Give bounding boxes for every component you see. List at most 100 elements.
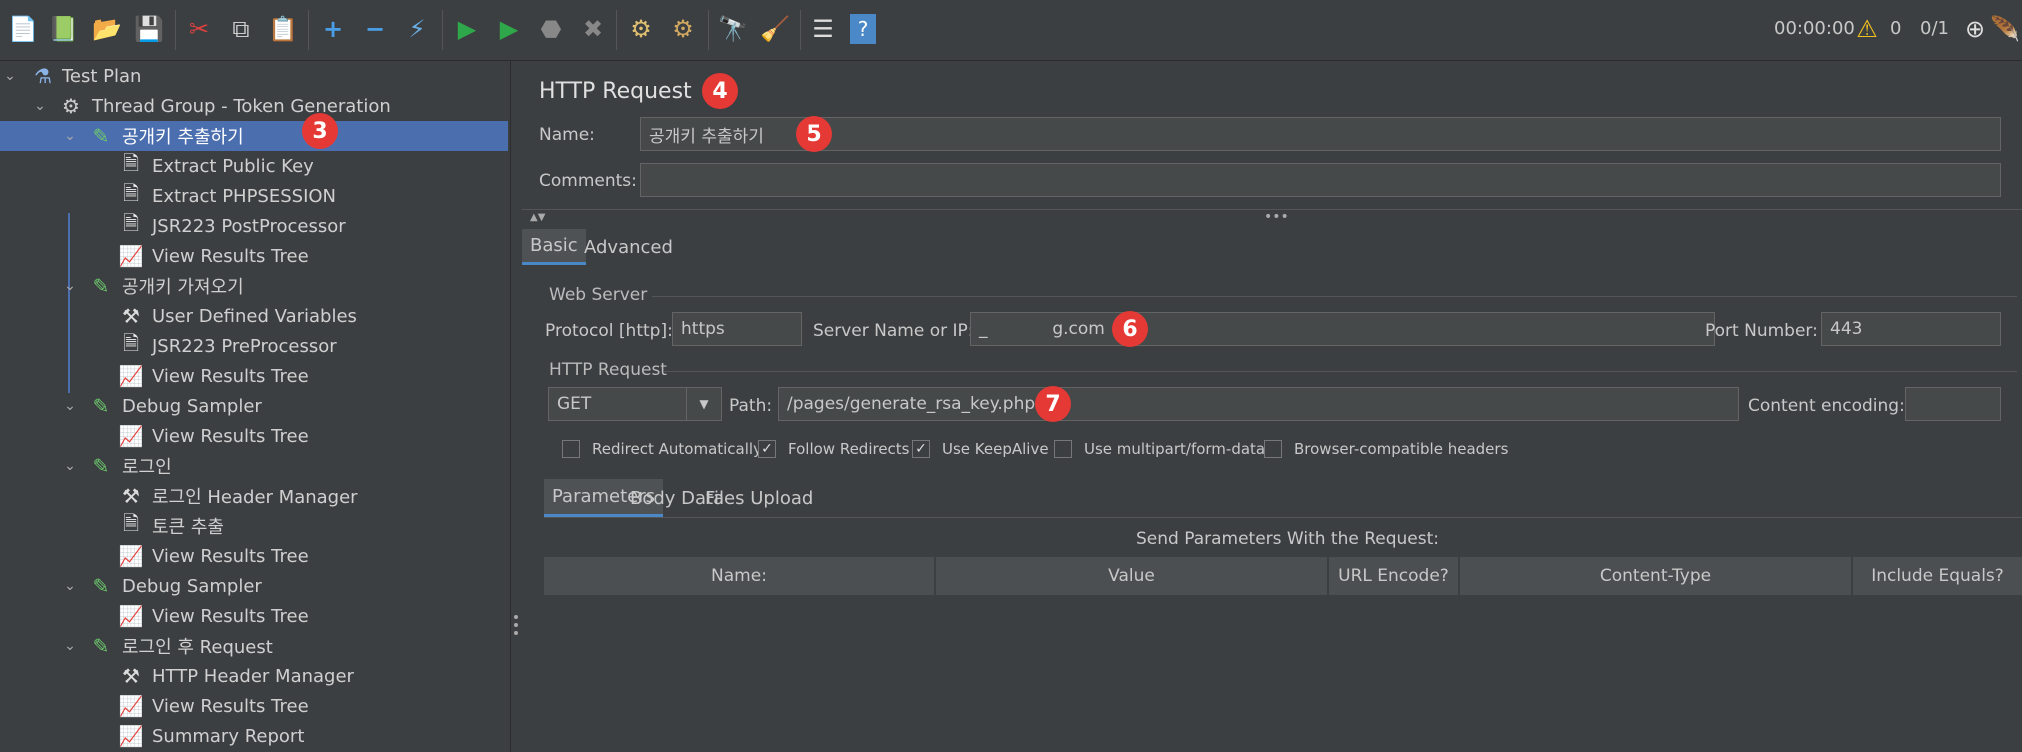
- clear-all-icon[interactable]: ⚙: [668, 14, 698, 44]
- chevron-down-icon[interactable]: ⌄: [62, 128, 78, 144]
- tree-item-sampler-selected[interactable]: ⌄ ✎ 공개키 추출하기: [0, 121, 508, 151]
- tree-item[interactable]: 🗎 JSR223 PreProcessor: [0, 331, 508, 361]
- paste-icon[interactable]: 📋: [268, 14, 298, 44]
- annotation-badge: 6: [1112, 311, 1148, 347]
- name-field[interactable]: 공개키 추출하기: [640, 117, 2001, 151]
- start-icon[interactable]: ▶: [452, 14, 482, 44]
- chevron-down-icon[interactable]: ▼: [686, 388, 721, 420]
- splitter-handle[interactable]: [514, 615, 518, 639]
- new-icon[interactable]: 📄: [8, 14, 38, 44]
- chevron-down-icon[interactable]: ⌄: [62, 578, 78, 594]
- checkbox-box[interactable]: [1264, 440, 1282, 458]
- checkbox-box[interactable]: [562, 440, 580, 458]
- templates-icon[interactable]: 📗: [48, 14, 78, 44]
- follow-redirects-checkbox[interactable]: ✓ Follow Redirects: [758, 440, 910, 458]
- function-helper-icon[interactable]: ☰: [808, 14, 838, 44]
- collapse-arrows-icon[interactable]: ▲▼: [530, 212, 545, 223]
- tree-item[interactable]: 🗎 JSR223 PostProcessor: [0, 211, 508, 241]
- tree-item[interactable]: 📈 View Results Tree: [0, 691, 508, 721]
- checkmark-icon[interactable]: ✓: [912, 440, 930, 458]
- checkbox-label: Use KeepAlive: [942, 440, 1049, 458]
- tree-item[interactable]: 🗎 토큰 추출: [0, 511, 508, 541]
- tree-item-sampler[interactable]: ⌄ ✎ 공개키 가져오기: [0, 271, 508, 301]
- chart-icon: 📈: [118, 424, 144, 448]
- tree-item[interactable]: 📈 View Results Tree: [0, 421, 508, 451]
- cut-icon[interactable]: ✂: [184, 14, 214, 44]
- reset-search-icon[interactable]: 🧹: [760, 14, 790, 44]
- redirect-automatically-checkbox[interactable]: Redirect Automatically: [562, 440, 762, 458]
- use-multipart-checkbox[interactable]: Use multipart/form-data: [1054, 440, 1265, 458]
- port-field[interactable]: 443: [1821, 312, 2001, 346]
- document-red-icon: 🗎: [122, 331, 140, 355]
- tree-item-sampler[interactable]: ⌄ ✎ 로그인: [0, 451, 508, 481]
- column-header-include-equals[interactable]: Include Equals?: [1853, 557, 2022, 595]
- path-value: /pages/generate_rsa_key.php: [787, 394, 1036, 414]
- tree-item-label: View Results Tree: [152, 545, 309, 567]
- column-header-content-type[interactable]: Content-Type: [1460, 557, 1853, 595]
- tree-item-test-plan[interactable]: ⌄ ⚗ Test Plan: [0, 61, 508, 91]
- use-keepalive-checkbox[interactable]: ✓ Use KeepAlive: [912, 440, 1049, 458]
- remote-icon[interactable]: ⊕: [1960, 14, 1990, 44]
- elapsed-timer: 00:00:00: [1774, 18, 1855, 39]
- tree-item[interactable]: 📈 View Results Tree: [0, 241, 508, 271]
- tree-item-sampler[interactable]: ⌄ ✎ Debug Sampler: [0, 571, 508, 601]
- column-header-name[interactable]: Name:: [544, 557, 936, 595]
- warning-icon[interactable]: ⚠: [1852, 14, 1882, 44]
- tree-item-label: Debug Sampler: [122, 395, 262, 417]
- tree-item[interactable]: 🗎 Extract Public Key: [0, 151, 508, 181]
- chevron-down-icon[interactable]: ⌄: [32, 98, 48, 114]
- server-value: _ g.com: [979, 319, 1105, 339]
- group-divider: [664, 371, 2017, 372]
- tab-files-upload[interactable]: Files Upload: [697, 479, 821, 517]
- path-label: Path:: [729, 396, 773, 416]
- browser-compatible-checkbox[interactable]: Browser-compatible headers: [1264, 440, 1508, 458]
- tree-item-thread-group[interactable]: ⌄ ⚙ Thread Group - Token Generation: [0, 91, 508, 121]
- chevron-down-icon[interactable]: ⌄: [62, 278, 78, 294]
- encoding-field[interactable]: [1905, 387, 2001, 421]
- tree-item[interactable]: ⚒ 로그인 Header Manager: [0, 481, 508, 511]
- search-icon[interactable]: 🔭: [718, 14, 748, 44]
- copy-icon[interactable]: ⧉: [226, 14, 256, 44]
- annotation-badge: 4: [702, 73, 738, 109]
- tree-item[interactable]: 📈 Summary Report: [0, 721, 508, 751]
- save-icon[interactable]: 💾: [134, 14, 164, 44]
- tree-item-sampler[interactable]: ⌄ ✎ Debug Sampler: [0, 391, 508, 421]
- protocol-field[interactable]: https: [672, 312, 802, 346]
- drag-handle-icon[interactable]: •••: [1264, 209, 1289, 225]
- chevron-down-icon[interactable]: ⌄: [62, 638, 78, 654]
- chevron-down-icon[interactable]: ⌄: [2, 68, 18, 84]
- chevron-down-icon[interactable]: ⌄: [62, 458, 78, 474]
- chart-icon: 📈: [118, 724, 144, 748]
- column-header-value[interactable]: Value: [936, 557, 1329, 595]
- chart-icon: 📈: [118, 364, 144, 388]
- stop-icon[interactable]: ⬣: [536, 14, 566, 44]
- tree-item-label: Debug Sampler: [122, 575, 262, 597]
- path-field[interactable]: /pages/generate_rsa_key.php: [778, 387, 1739, 421]
- tree-item[interactable]: ⚒ User Defined Variables: [0, 301, 508, 331]
- toggle-icon[interactable]: ⚡: [402, 14, 432, 44]
- help-icon[interactable]: ?: [850, 14, 876, 44]
- clear-icon[interactable]: ⚙: [626, 14, 656, 44]
- tree-item[interactable]: 📈 View Results Tree: [0, 361, 508, 391]
- shutdown-icon[interactable]: ✖: [578, 14, 608, 44]
- comments-field[interactable]: [640, 163, 2001, 197]
- checkmark-icon[interactable]: ✓: [758, 440, 776, 458]
- checkbox-box[interactable]: [1054, 440, 1072, 458]
- chevron-down-icon[interactable]: ⌄: [62, 398, 78, 414]
- open-icon[interactable]: 📂: [92, 14, 122, 44]
- tab-advanced[interactable]: Advanced: [576, 229, 681, 265]
- tree-item[interactable]: 📈 View Results Tree: [0, 601, 508, 631]
- start-no-pause-icon[interactable]: ▶: [494, 14, 524, 44]
- server-field[interactable]: _ g.com: [970, 312, 1715, 346]
- tree-item-label: HTTP Header Manager: [152, 665, 354, 687]
- tree-item[interactable]: ⚒ HTTP Header Manager: [0, 661, 508, 691]
- collapse-icon[interactable]: −: [360, 14, 390, 44]
- tree-item[interactable]: 🗎 Extract PHPSESSION: [0, 181, 508, 211]
- expand-icon[interactable]: +: [318, 14, 348, 44]
- protocol-value: https: [681, 319, 725, 339]
- column-header-url-encode[interactable]: URL Encode?: [1329, 557, 1460, 595]
- method-select[interactable]: GET ▼: [548, 387, 722, 421]
- tree-item[interactable]: 📈 View Results Tree: [0, 541, 508, 571]
- name-label: Name:: [539, 125, 595, 145]
- tree-item-sampler[interactable]: ⌄ ✎ 로그인 후 Request: [0, 631, 508, 661]
